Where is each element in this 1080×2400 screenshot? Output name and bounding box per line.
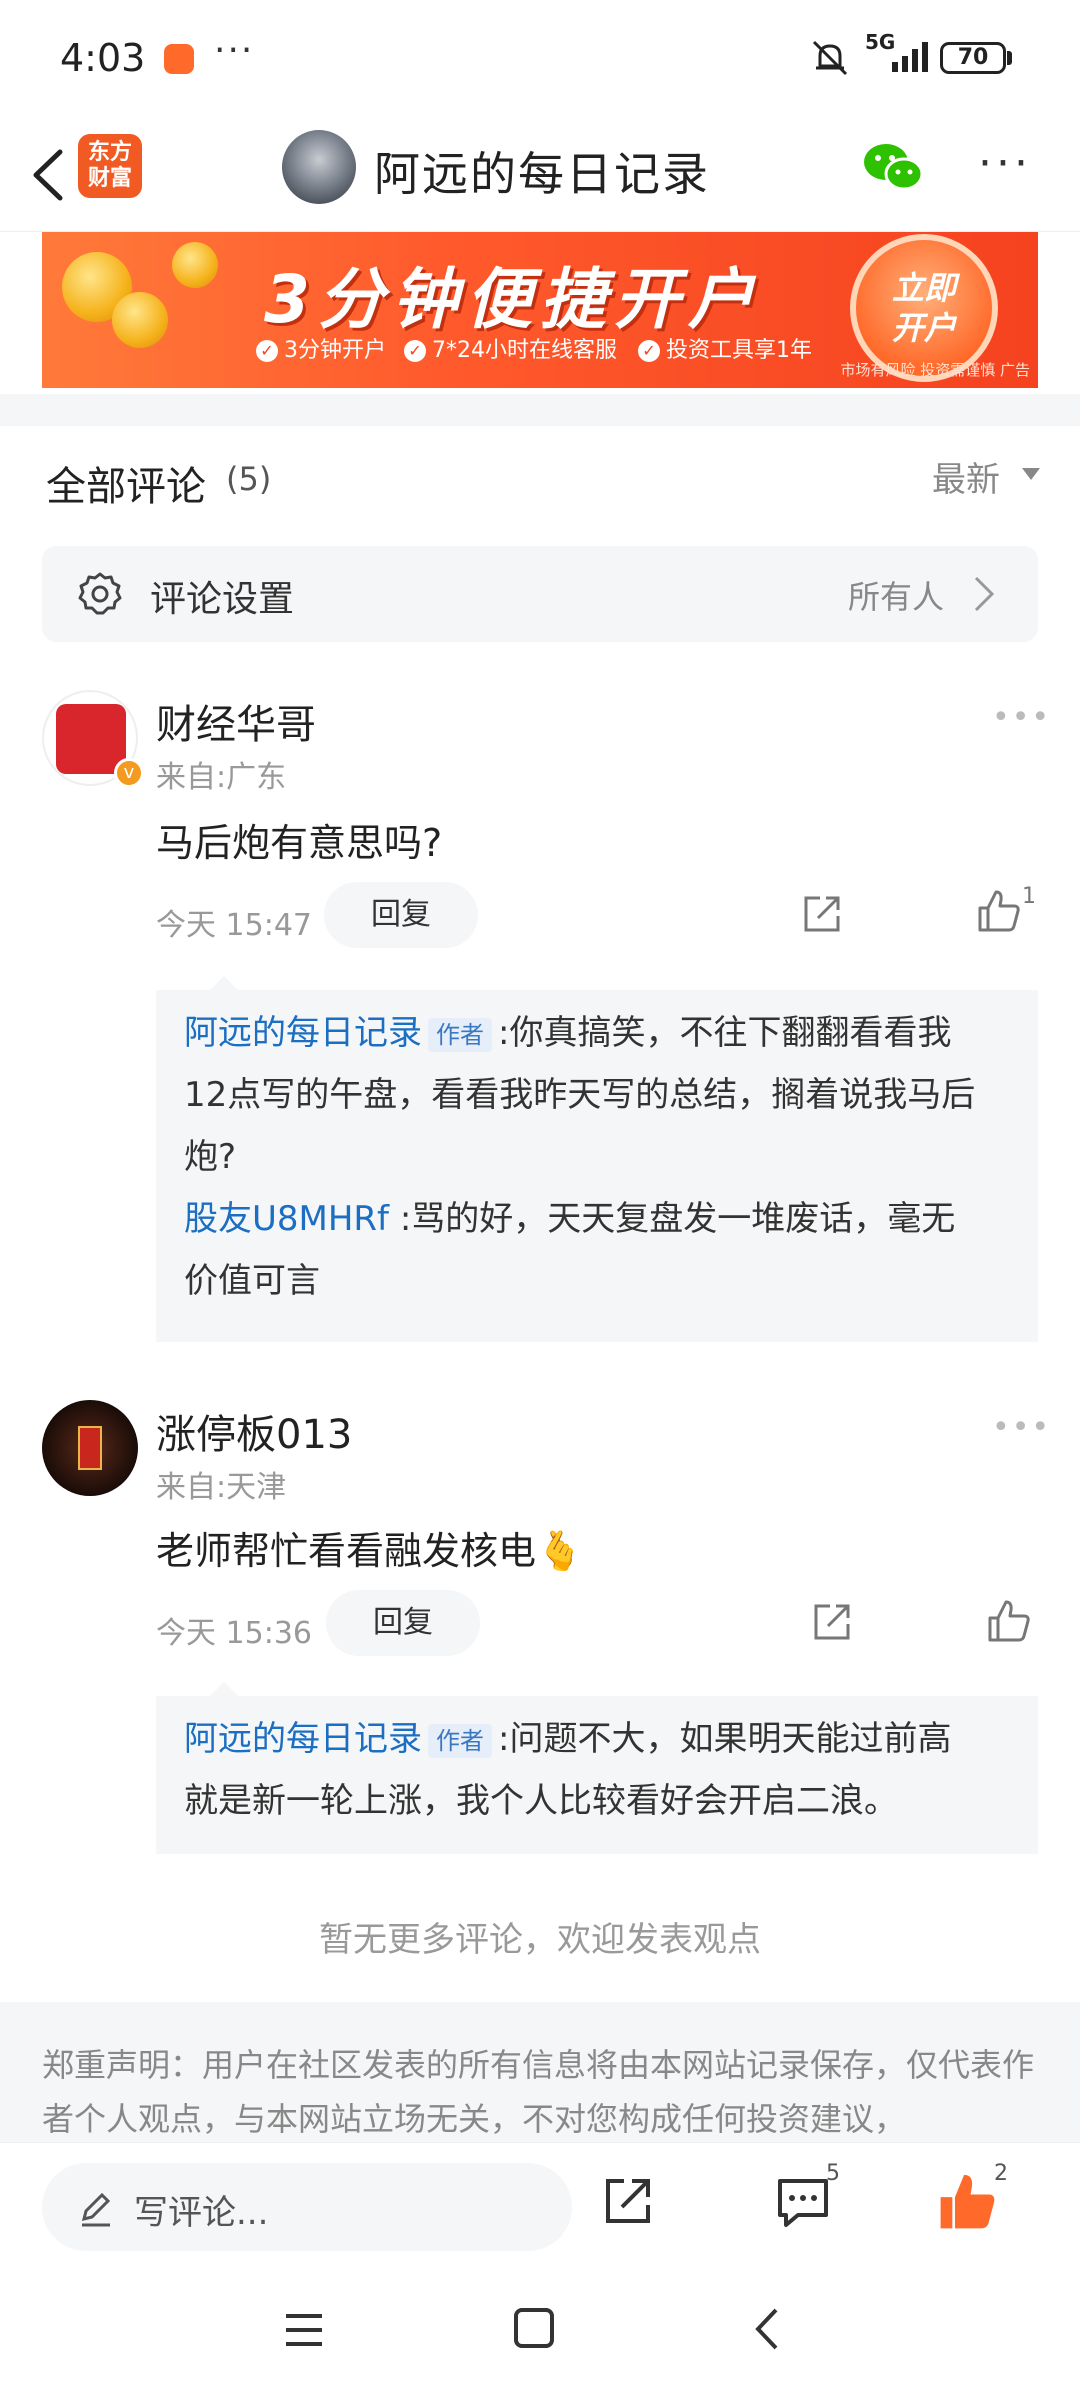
comments-title: 全部评论 (46, 464, 206, 510)
status-bar: 4:03 ··· 5G 70 (0, 0, 1080, 120)
like-count: 2 (994, 2161, 1008, 2186)
commenter-location: 来自:天津 (156, 1470, 287, 1505)
reply-text: 就是新一轮上涨，我个人比较看好会开启二浪。 (184, 1781, 898, 1821)
thread-notch (210, 1682, 238, 1696)
more-options-icon[interactable]: ··· (978, 138, 1032, 189)
reply-author[interactable]: 阿远的每日记录 (184, 1719, 422, 1759)
gear-icon (78, 572, 122, 615)
recent-apps-icon[interactable] (282, 2310, 326, 2350)
comment-more-icon[interactable]: ••• (992, 1410, 1051, 1445)
no-more-comments: 暂无更多评论，欢迎发表观点 (319, 1920, 761, 1960)
ad-feature: ✓ 7*24小时在线客服 (404, 332, 617, 364)
bottom-action-bar: 写评论... 5 2 (0, 2142, 1080, 2266)
comment-placeholder: 写评论... (134, 2193, 269, 2233)
reply-item[interactable]: 股友U8MHRf :骂的好，天天复盘发一堆废话，毫无 (156, 1188, 1038, 1250)
reply-thread: 阿远的每日记录 作者:你真搞笑，不往下翻翻看看我 12点写的午盘，看看我昨天写的总… (156, 976, 1038, 1342)
pen-icon (81, 2192, 111, 2227)
reply-text: 价值可言 (184, 1261, 320, 1301)
back-arrow-icon[interactable] (22, 140, 72, 210)
author-tag: 作者 (428, 1017, 492, 1052)
ad-headline: 3分钟便捷开户 (264, 261, 762, 338)
settings-label: 评论设置 (150, 579, 295, 620)
top-nav: 东方 财富 阿远的每日记录 ··· (0, 120, 1080, 232)
section-divider (0, 394, 1080, 426)
reply-text: 炮? (184, 1137, 237, 1177)
coin-graphic (172, 242, 218, 288)
comment-text[interactable]: 老师帮忙看看融发核电🫰 (156, 1520, 583, 1575)
verified-badge-icon: v (114, 758, 144, 788)
like-icon[interactable] (986, 1598, 1032, 1644)
reply-text: :问题不大，如果明天能过前高 (498, 1719, 952, 1759)
share-icon[interactable] (600, 2173, 656, 2229)
home-icon[interactable] (514, 2308, 554, 2348)
status-more: ··· (214, 30, 255, 71)
mute-bell-icon (812, 40, 848, 76)
comment-time: 今天 15:36 (156, 1616, 312, 1651)
reply-button[interactable]: 回复 (326, 1590, 480, 1656)
status-time: 4:03 (60, 36, 146, 80)
reply-thread: 阿远的每日记录 作者:问题不大，如果明天能过前高 就是新一轮上涨，我个人比较看好会… (156, 1682, 1038, 1854)
sort-dropdown[interactable]: 最新 (932, 452, 1000, 501)
like-count: 1 (1022, 884, 1036, 909)
comment-time: 今天 15:47 (156, 908, 312, 943)
ad-feature: ✓ 3分钟开户 (256, 332, 386, 364)
ad-feature: ✓ 投资工具享1年 (638, 332, 812, 364)
app-logo[interactable]: 东方 财富 (78, 134, 142, 198)
comment-text[interactable]: 马后炮有意思吗? (156, 812, 442, 867)
coin-graphic (112, 292, 168, 348)
ad-risk-note: 市场有风险 投资需谨慎 广告 (840, 361, 1030, 379)
chevron-right-icon (974, 576, 995, 612)
reply-author[interactable]: 阿远的每日记录 (184, 1013, 422, 1053)
thread-notch (210, 976, 238, 990)
share-icon[interactable] (810, 1600, 854, 1644)
commenter-name[interactable]: 涨停板013 (156, 1402, 352, 1460)
comment-more-icon[interactable]: ••• (992, 700, 1051, 735)
author-avatar[interactable] (282, 130, 356, 204)
reply-text: :骂的好，天天复盘发一堆废话，毫无 (399, 1199, 956, 1239)
commenter-avatar[interactable] (42, 1400, 138, 1496)
wechat-share-icon[interactable] (862, 140, 924, 196)
comment-count: 5 (826, 2161, 840, 2186)
comments-header: 全部评论 (5) 最新 (0, 426, 1080, 534)
reply-text: 12点写的午盘，看看我昨天写的总结，搁着说我马后 (184, 1075, 976, 1115)
share-icon[interactable] (800, 892, 844, 936)
reply-author[interactable]: 股友U8MHRf (184, 1199, 389, 1239)
comments-count: (5) (226, 460, 272, 498)
app-notification-icon (164, 44, 194, 74)
comment-settings-row[interactable]: 评论设置 所有人 (42, 546, 1038, 642)
system-back-icon[interactable] (752, 2306, 782, 2352)
like-icon[interactable] (976, 888, 1022, 934)
commenter-avatar[interactable]: v (42, 690, 144, 788)
reply-item[interactable]: 阿远的每日记录 作者:问题不大，如果明天能过前高 (156, 1708, 1038, 1770)
settings-value: 所有人 (848, 578, 945, 616)
reply-button[interactable]: 回复 (324, 882, 478, 948)
battery-icon: 70 (940, 42, 1006, 74)
reply-item[interactable]: 阿远的每日记录 作者:你真搞笑，不往下翻翻看看我 (156, 1002, 1038, 1064)
comment-input[interactable]: 写评论... (42, 2163, 572, 2251)
comment-icon[interactable] (774, 2173, 832, 2229)
reply-text: :你真搞笑，不往下翻翻看看我 (498, 1013, 952, 1053)
ad-banner[interactable]: 3分钟便捷开户 ✓ 3分钟开户 ✓ 7*24小时在线客服 ✓ 投资工具享1年 立即 开… (42, 232, 1038, 388)
page-title[interactable]: 阿远的每日记录 (374, 138, 710, 204)
commenter-location: 来自:广东 (156, 760, 287, 795)
commenter-name[interactable]: 财经华哥 (156, 692, 316, 750)
battery-cap (1007, 51, 1012, 65)
system-nav-bar (0, 2266, 1080, 2400)
author-tag: 作者 (428, 1723, 492, 1758)
signal-icon (892, 42, 928, 72)
like-filled-icon[interactable] (938, 2171, 998, 2231)
caret-down-icon[interactable] (1022, 468, 1040, 480)
